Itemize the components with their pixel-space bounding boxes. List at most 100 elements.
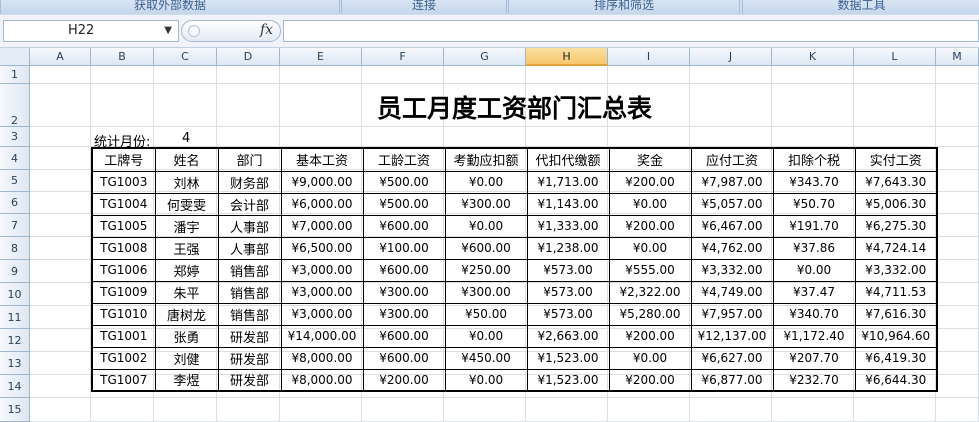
table-cell[interactable]: 人事部 [217,236,282,260]
column-title[interactable]: 部门 [217,147,282,172]
table-cell[interactable]: ¥7,957.00 [690,302,774,326]
column-title[interactable]: 基本工资 [280,147,364,172]
table-cell[interactable]: ¥1,172.40 [772,324,856,348]
column-title[interactable]: 考勤应扣额 [444,147,528,172]
table-cell[interactable]: ¥200.00 [362,368,446,392]
row-header-2[interactable]: 2 [0,84,30,127]
table-cell[interactable]: ¥12,137.00 [690,324,774,348]
table-cell[interactable]: ¥2,663.00 [526,324,610,348]
chevron-down-icon[interactable]: ▼ [164,25,172,36]
table-cell[interactable]: TG1005 [91,214,156,238]
table-cell[interactable]: ¥5,006.30 [854,192,938,216]
table-cell[interactable]: ¥300.00 [444,280,528,304]
table-cell[interactable]: ¥500.00 [362,192,446,216]
table-cell[interactable]: ¥3,332.00 [854,258,938,282]
table-cell[interactable]: 李煜 [154,368,219,392]
table-cell[interactable]: 张勇 [154,324,219,348]
table-cell[interactable]: ¥37.47 [772,280,856,304]
table-cell[interactable]: 王强 [154,236,219,260]
table-cell[interactable]: ¥5,057.00 [690,192,774,216]
column-header-h[interactable]: H [526,48,608,66]
table-cell[interactable]: ¥4,711.53 [854,280,938,304]
table-cell[interactable]: 销售部 [217,302,282,326]
table-cell[interactable]: ¥555.00 [608,258,692,282]
table-cell[interactable]: ¥300.00 [362,280,446,304]
table-cell[interactable]: ¥1,143.00 [526,192,610,216]
column-title[interactable]: 姓名 [154,147,219,172]
select-all-corner[interactable] [0,48,30,66]
table-cell[interactable]: ¥573.00 [526,280,610,304]
table-cell[interactable]: TG1006 [91,258,156,282]
column-header-m[interactable]: M [936,48,979,66]
table-cell[interactable]: ¥600.00 [362,324,446,348]
table-cell[interactable]: ¥8,000.00 [280,346,364,370]
table-cell[interactable]: ¥500.00 [362,170,446,194]
row-header-14[interactable]: 14 [0,375,30,398]
row-header-7[interactable]: 7 [0,214,30,237]
formula-input[interactable] [283,20,979,42]
table-cell[interactable]: ¥300.00 [362,302,446,326]
table-cell[interactable]: 潘宇 [154,214,219,238]
table-cell[interactable]: ¥0.00 [772,258,856,282]
ribbon-group-data-tools[interactable]: 数据工具 [742,0,979,14]
table-cell[interactable]: ¥5,280.00 [608,302,692,326]
table-cell[interactable]: ¥3,000.00 [280,280,364,304]
column-header-a[interactable]: A [30,48,91,66]
table-cell[interactable]: ¥6,275.30 [854,214,938,238]
sheet-title[interactable]: 员工月度工资部门汇总表 [92,91,937,127]
table-cell[interactable]: 财务部 [217,170,282,194]
table-cell[interactable]: ¥4,724.14 [854,236,938,260]
table-cell[interactable]: 销售部 [217,258,282,282]
table-cell[interactable]: ¥0.00 [444,170,528,194]
table-cell[interactable]: ¥0.00 [608,192,692,216]
row-header-4[interactable]: 4 [0,147,30,170]
table-cell[interactable]: ¥0.00 [608,236,692,260]
table-cell[interactable]: ¥232.70 [772,368,856,392]
table-cell[interactable]: 刘林 [154,170,219,194]
table-cell[interactable]: ¥1,713.00 [526,170,610,194]
column-header-c[interactable]: C [154,48,217,66]
table-cell[interactable]: ¥600.00 [444,236,528,260]
column-header-e[interactable]: E [280,48,362,66]
table-cell[interactable]: TG1001 [91,324,156,348]
table-cell[interactable]: ¥10,964.60 [854,324,938,348]
table-cell[interactable]: ¥7,000.00 [280,214,364,238]
month-value[interactable]: 4 [182,131,190,146]
table-cell[interactable]: 会计部 [217,192,282,216]
table-cell[interactable]: ¥0.00 [444,368,528,392]
column-title[interactable]: 实付工资 [854,147,938,172]
table-cell[interactable]: ¥6,877.00 [690,368,774,392]
table-cell[interactable]: 研发部 [217,368,282,392]
column-header-j[interactable]: J [690,48,772,66]
column-title[interactable]: 代扣代缴额 [526,147,610,172]
table-cell[interactable]: ¥200.00 [608,368,692,392]
table-cell[interactable]: ¥450.00 [444,346,528,370]
table-cell[interactable]: ¥600.00 [362,346,446,370]
table-cell[interactable]: 人事部 [217,214,282,238]
column-title[interactable]: 工龄工资 [362,147,446,172]
table-cell[interactable]: ¥1,333.00 [526,214,610,238]
table-cell[interactable]: ¥600.00 [362,214,446,238]
row-header-5[interactable]: 5 [0,170,30,192]
column-header-d[interactable]: D [217,48,280,66]
table-cell[interactable]: ¥250.00 [444,258,528,282]
row-header-8[interactable]: 8 [0,237,30,260]
table-cell[interactable]: ¥4,762.00 [690,236,774,260]
table-cell[interactable]: ¥1,523.00 [526,346,610,370]
table-cell[interactable]: 研发部 [217,324,282,348]
column-title[interactable]: 应付工资 [690,147,774,172]
table-cell[interactable]: ¥3,000.00 [280,258,364,282]
table-cell[interactable]: ¥4,749.00 [690,280,774,304]
table-cell[interactable]: ¥207.70 [772,346,856,370]
table-cell[interactable]: ¥300.00 [444,192,528,216]
table-cell[interactable]: ¥6,500.00 [280,236,364,260]
table-cell[interactable]: 销售部 [217,280,282,304]
table-cell[interactable]: 朱平 [154,280,219,304]
insert-function-icon[interactable]: fx [260,22,273,38]
column-title[interactable]: 工牌号 [91,147,156,172]
row-header-13[interactable]: 13 [0,352,30,375]
table-cell[interactable]: ¥7,616.30 [854,302,938,326]
column-header-k[interactable]: K [772,48,854,66]
table-cell[interactable]: 唐树龙 [154,302,219,326]
table-cell[interactable]: 刘健 [154,346,219,370]
